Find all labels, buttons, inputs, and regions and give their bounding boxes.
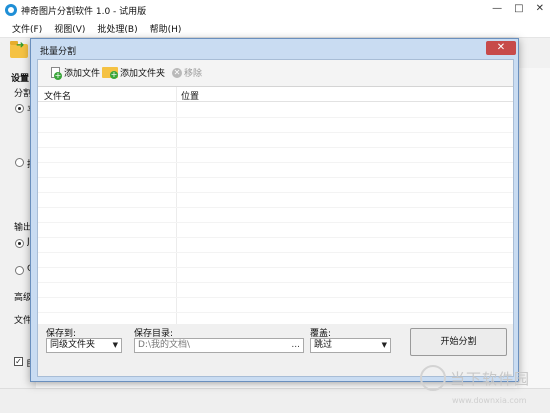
dialog-toolbar: + 添加文件 + 添加文件夹 ✕ 移除	[38, 60, 513, 86]
preview-area	[517, 68, 550, 398]
row-separator	[38, 222, 513, 223]
row-separator	[38, 132, 513, 133]
menu-help[interactable]: 帮助(H)	[150, 22, 182, 35]
row-separator	[38, 177, 513, 178]
file-table[interactable]: 文件名 位置	[38, 86, 513, 325]
remove-icon: ✕	[172, 67, 182, 78]
menu-file[interactable]: 文件(F)	[12, 22, 42, 35]
browse-button[interactable]: ...	[291, 339, 300, 352]
table-header: 文件名 位置	[38, 87, 513, 102]
save-to-select[interactable]: 同级文件夹 ▼	[46, 338, 122, 353]
row-separator	[38, 267, 513, 268]
chevron-down-icon: ▼	[112, 341, 118, 349]
arrow-icon: ➜	[16, 40, 25, 51]
dialog-body: + 添加文件 + 添加文件夹 ✕ 移除 文件名 位置 保存到: 同级文件夹 ▼ …	[37, 59, 514, 377]
radio-even[interactable]	[15, 104, 24, 113]
add-file-button[interactable]: + 添加文件	[50, 66, 101, 80]
save-dir-value: D:\我的文档\	[138, 340, 191, 350]
overwrite-value: 跳过	[314, 340, 333, 350]
chevron-down-icon: ▼	[381, 341, 387, 349]
save-to-value: 同级文件夹	[50, 340, 96, 350]
close-icon[interactable]: ✕	[536, 3, 544, 14]
add-folder-label: 添加文件夹	[120, 69, 166, 79]
title-bar: 神奇图片分割软件 1.0 - 试用版 — □ ✕	[0, 0, 550, 20]
minimize-icon[interactable]: —	[492, 3, 502, 14]
save-dir-input[interactable]: D:\我的文档\ ...	[134, 338, 304, 353]
watermark-logo-icon	[420, 365, 446, 391]
window-title: 神奇图片分割软件 1.0 - 试用版	[21, 6, 147, 17]
radio-gif[interactable]	[15, 266, 24, 275]
dialog-title: 批量分割	[40, 47, 77, 57]
watermark-url: www.downxia.com	[452, 396, 527, 405]
row-separator	[38, 282, 513, 283]
row-separator	[38, 192, 513, 193]
auto-checkbox[interactable]: ✓	[14, 357, 23, 366]
row-separator	[38, 117, 513, 118]
app-icon	[5, 4, 17, 16]
row-separator	[38, 207, 513, 208]
row-separator	[38, 147, 513, 148]
window-controls: — □ ✕	[492, 3, 544, 14]
settings-heading: 设置	[11, 74, 30, 84]
col-location[interactable]: 位置	[181, 89, 199, 102]
dialog-close-button[interactable]: ✕	[486, 41, 516, 55]
batch-split-dialog: 批量分割 ✕ + 添加文件 + 添加文件夹 ✕ 移除 文件名 位置 保存到: 同…	[30, 38, 519, 382]
radio-jpg[interactable]	[15, 239, 24, 248]
remove-label: 移除	[184, 69, 203, 79]
col-file-name[interactable]: 文件名	[44, 89, 71, 102]
add-file-icon: +	[50, 66, 62, 80]
remove-button[interactable]: ✕ 移除	[172, 66, 202, 79]
row-separator	[38, 252, 513, 253]
watermark: 当下软件园	[420, 365, 530, 391]
maximize-icon[interactable]: □	[514, 3, 523, 14]
add-folder-button[interactable]: + 添加文件夹	[102, 66, 165, 79]
add-folder-icon: +	[102, 67, 118, 79]
start-split-button[interactable]: 开始分割	[410, 328, 507, 356]
row-separator	[38, 312, 513, 313]
overwrite-select[interactable]: 跳过 ▼	[310, 338, 391, 353]
column-divider	[176, 87, 177, 325]
menu-batch[interactable]: 批处理(B)	[97, 22, 137, 35]
menu-bar: 文件(F) 视图(V) 批处理(B) 帮助(H)	[0, 20, 550, 38]
menu-view[interactable]: 视图(V)	[54, 22, 85, 35]
row-separator	[38, 162, 513, 163]
add-file-label: 添加文件	[64, 69, 101, 79]
row-separator	[38, 297, 513, 298]
row-separator	[38, 237, 513, 238]
watermark-text: 当下软件园	[450, 369, 531, 388]
radio-by-size[interactable]	[15, 158, 24, 167]
